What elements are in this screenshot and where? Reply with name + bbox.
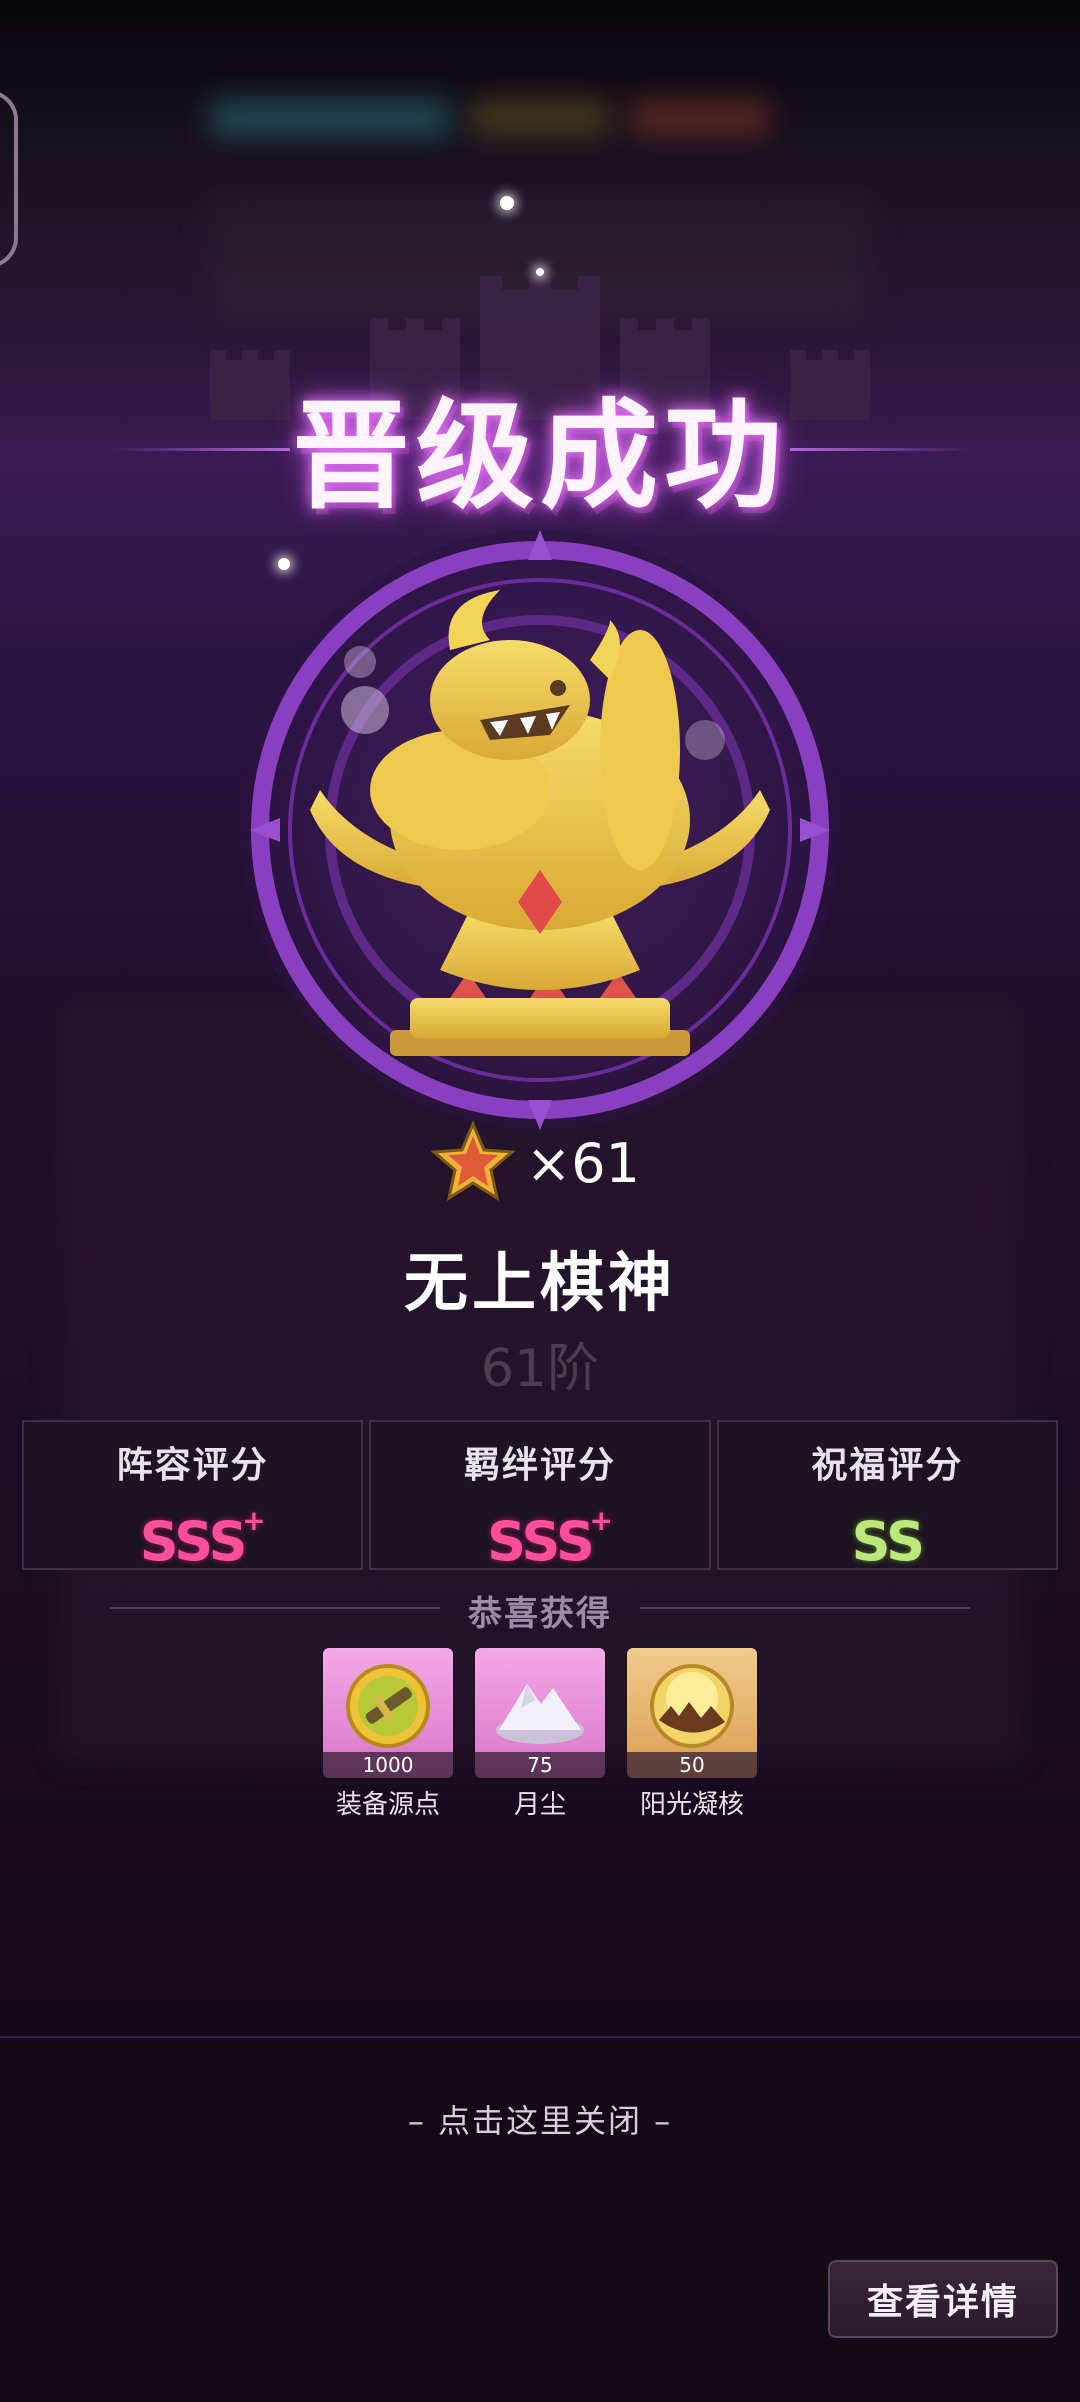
score-label: 祝福评分 [811, 1445, 964, 1486]
sparkle-icon [500, 196, 514, 210]
bottom-panel [0, 2036, 1080, 2402]
reward-name: 装备源点 [335, 1790, 440, 1820]
rank-tier: 61阶 [480, 1339, 600, 1399]
reward-header: 恭喜获得 [468, 1594, 612, 1634]
star-multiplier: ×61 [430, 1118, 640, 1208]
star-icon [430, 1120, 516, 1202]
reward-name: 阳光凝核 [639, 1790, 744, 1820]
score-grade: SSS + [139, 1504, 266, 1573]
grade-text: SS [851, 1510, 925, 1573]
reward-item[interactable]: 75 月尘 [474, 1648, 606, 1821]
rank-name: 无上棋神 [404, 1246, 676, 1321]
close-hint[interactable]: – 点击这里关闭 – [0, 2096, 1080, 2142]
reward-tile: 1000 [323, 1648, 453, 1778]
backdrop-blur [470, 100, 610, 136]
score-blessing: 祝福评分 SS [716, 1420, 1058, 1573]
backdrop-blur [630, 100, 770, 136]
trophy-emblem [240, 530, 840, 1130]
score-label: 阵容评分 [116, 1445, 269, 1486]
reward-tile: 50 [627, 1648, 757, 1778]
grade-plus: + [589, 1504, 613, 1537]
score-grade: SSS + [487, 1504, 613, 1573]
score-label: 羁绊评分 [463, 1445, 616, 1486]
left-frame-edge [0, 90, 18, 268]
score-panels: 阵容评分 SSS + 羁绊评分 SSS + 祝福评分 SS [22, 1420, 1058, 1573]
score-bond: 羁绊评分 SSS + [369, 1420, 711, 1573]
reward-list: 1000 装备源点 75 月尘 50 阳光凝核 [322, 1648, 758, 1821]
reward-name: 月尘 [513, 1790, 566, 1820]
score-grade: SS [851, 1510, 925, 1573]
reward-count: 50 [627, 1752, 757, 1778]
reward-count: 75 [475, 1752, 605, 1778]
star-count: ×61 [526, 1131, 640, 1195]
sparkle-icon [536, 268, 544, 276]
grade-text: SSS [139, 1510, 248, 1573]
reward-tile: 75 [475, 1648, 605, 1778]
score-lineup: 阵容评分 SSS + [22, 1420, 364, 1573]
reward-item[interactable]: 1000 装备源点 [322, 1648, 454, 1821]
reward-count: 1000 [323, 1752, 453, 1778]
reward-item[interactable]: 50 阳光凝核 [626, 1648, 758, 1821]
grade-text: SSS [487, 1510, 595, 1573]
view-details-button[interactable]: 查看详情 [828, 2260, 1058, 2338]
backdrop-blur [210, 100, 450, 136]
grade-plus: + [242, 1504, 266, 1537]
